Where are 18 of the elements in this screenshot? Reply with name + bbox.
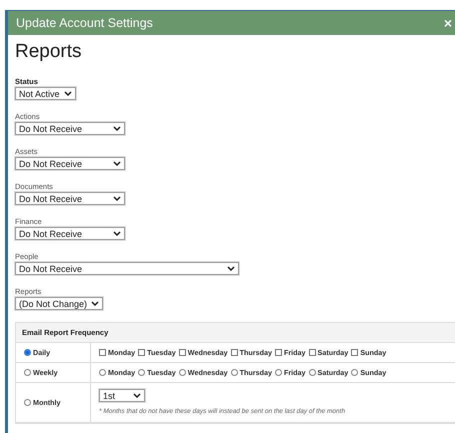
dropdown[interactable]: Do Not Receive [15, 122, 125, 135]
dropdown[interactable]: Do Not Receive [15, 192, 125, 205]
chevron-icon [133, 393, 141, 398]
dropdown[interactable]: Do Not Receive [15, 157, 125, 170]
chevron-icon [113, 196, 121, 201]
chevron-icon [113, 231, 121, 236]
dropdown[interactable]: Do Not Receive [15, 262, 239, 275]
page-heading: Reports [15, 41, 83, 63]
chevron-icon [113, 126, 121, 131]
chevron-icon [113, 161, 121, 166]
dropdown[interactable]: Do Not Receive [15, 227, 125, 240]
chevron-icon [91, 301, 100, 306]
chevron-icon [227, 266, 235, 271]
dropdown[interactable]: 1st [99, 389, 145, 402]
dropdown[interactable]: Not Active [15, 87, 76, 100]
window-title: Update Account Settings [16, 16, 153, 30]
chevron-icon [64, 91, 72, 96]
dropdown[interactable]: (Do Not Change) [15, 297, 104, 310]
